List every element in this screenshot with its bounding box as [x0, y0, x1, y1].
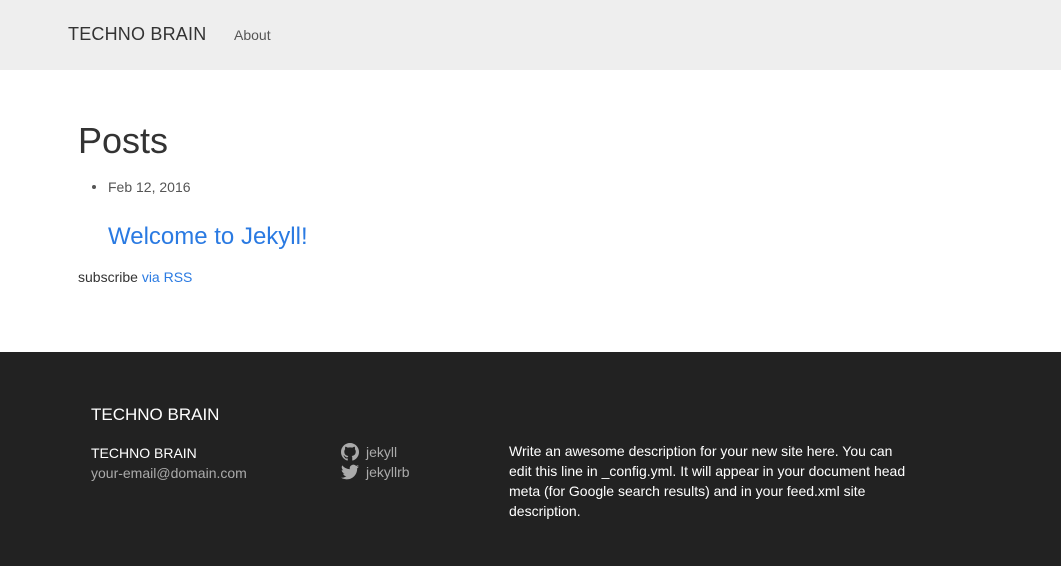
bullet-icon — [92, 185, 96, 189]
page-title: Posts — [78, 120, 169, 161]
twitter-link[interactable]: jekyllrb — [341, 462, 410, 482]
twitter-username: jekyllrb — [366, 464, 410, 480]
footer-social: jekyll jekyllrb — [341, 442, 410, 482]
post-date: Feb 12, 2016 — [108, 179, 191, 195]
footer-name: TECHNO BRAIN — [91, 445, 197, 461]
post-list: Feb 12, 2016 Welcome to Jekyll! — [78, 178, 308, 252]
post-title-link[interactable]: Welcome to Jekyll! — [108, 222, 308, 252]
subscribe-text: subscribe via RSS — [78, 269, 192, 285]
rss-link[interactable]: via RSS — [142, 269, 193, 285]
site-description: Write an awesome description for your ne… — [509, 443, 906, 519]
subscribe-label: subscribe — [78, 269, 142, 285]
github-link[interactable]: jekyll — [341, 442, 410, 462]
footer-email-link[interactable]: your-email@domain.com — [91, 463, 247, 483]
github-username: jekyll — [366, 444, 398, 460]
site-title-link[interactable]: TECHNO BRAIN — [68, 24, 206, 45]
github-icon — [341, 443, 359, 461]
site-footer: TECHNO BRAIN TECHNO BRAIN your-email@dom… — [0, 352, 1061, 566]
page-content: Posts Feb 12, 2016 Welcome to Jekyll! su… — [0, 70, 1061, 352]
nav-link-about[interactable]: About — [234, 27, 271, 43]
footer-contact: TECHNO BRAIN your-email@domain.com — [91, 443, 247, 483]
list-item: Feb 12, 2016 Welcome to Jekyll! — [78, 178, 308, 252]
site-header: TECHNO BRAIN About — [0, 0, 1061, 70]
footer-heading: TECHNO BRAIN — [91, 405, 220, 424]
twitter-icon — [341, 464, 359, 480]
